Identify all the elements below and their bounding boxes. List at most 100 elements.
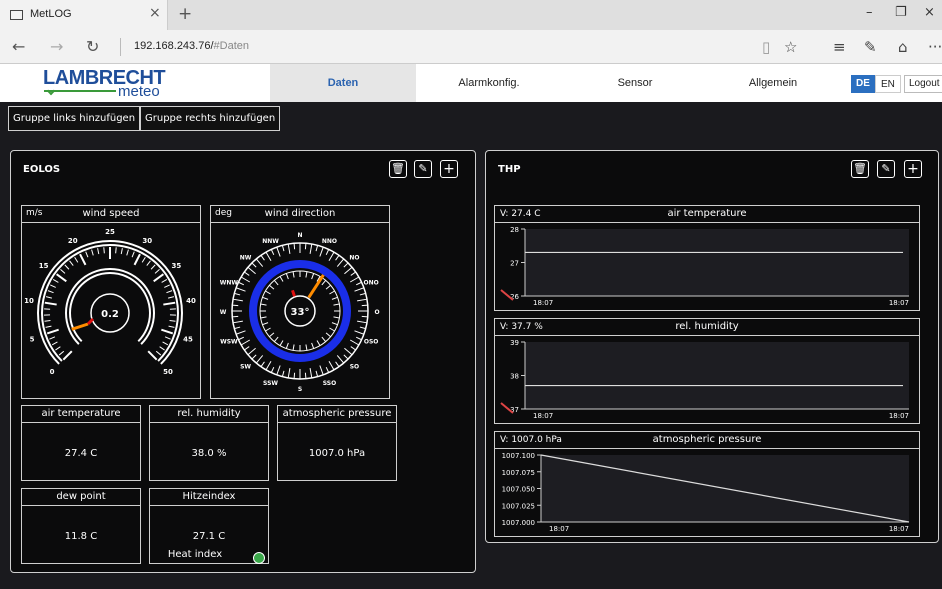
card-value: 38.0 %	[191, 448, 227, 459]
gauge-tick	[44, 320, 51, 322]
add-icon[interactable]: +	[904, 160, 922, 178]
chart-x-tick-label: 18:07	[889, 299, 909, 307]
gauge-tick	[47, 290, 54, 294]
lang-en-button[interactable]: EN	[875, 75, 901, 93]
gauge-tick	[52, 278, 59, 283]
gauge-tick	[56, 273, 67, 283]
gauge-tick	[64, 264, 70, 270]
share-icon[interactable]: ⌂	[898, 38, 908, 56]
compass-label: SO	[350, 363, 359, 370]
chart-header: V: 1007.0 hPa atmospheric pressure	[495, 432, 919, 449]
tab-daten[interactable]: Daten	[270, 64, 416, 102]
restore-icon[interactable]: ❐	[895, 5, 907, 20]
gauge-tick	[51, 341, 58, 346]
compass-tick	[281, 370, 285, 377]
delete-icon[interactable]: 🗑	[389, 160, 407, 178]
gauge-tick	[162, 341, 169, 346]
gauge-tick	[164, 336, 171, 340]
compass-tick	[344, 347, 353, 356]
reading-view-icon[interactable]: ▯	[762, 38, 770, 56]
compass-label: WSW	[220, 338, 238, 345]
back-icon[interactable]: ←	[12, 37, 25, 56]
compass-tick	[336, 258, 345, 267]
gauge-tick	[166, 290, 173, 294]
gauge-tick	[126, 249, 129, 256]
chart-x-tick-label: 18:07	[549, 525, 569, 533]
value-card: dew point 11.8 C	[21, 488, 141, 564]
compass-tick	[355, 281, 362, 286]
compass-label: NNO	[322, 238, 337, 245]
compass-tick	[270, 249, 275, 256]
tab-alarmkonfig[interactable]: Alarmkonfig.	[416, 64, 562, 102]
compass-tick	[293, 243, 296, 250]
add-icon[interactable]: +	[440, 160, 458, 178]
gauge-tick	[74, 257, 79, 263]
gauge-tick	[159, 346, 165, 351]
app-header: LAMBRECHT meteo Daten Alarmkonfig. Senso…	[0, 64, 942, 102]
logout-button[interactable]: Logout	[904, 75, 942, 93]
compass-tick	[304, 372, 307, 379]
compass-tick	[238, 281, 245, 286]
delete-icon[interactable]: 🗑	[851, 160, 869, 178]
compass-label: SW	[240, 363, 251, 370]
edit-icon[interactable]: ✎	[877, 160, 895, 178]
browser-tab[interactable]: MetLOG ×	[0, 0, 168, 30]
gauge-tick	[120, 248, 123, 255]
lang-de-button[interactable]: DE	[851, 75, 875, 93]
chart-x-tick-label: 18:07	[533, 299, 553, 307]
compass-tick	[251, 262, 257, 268]
more-icon[interactable]: ···	[928, 38, 942, 56]
close-window-icon[interactable]: ×	[924, 5, 935, 20]
compass-tick	[349, 339, 360, 346]
wind-speed-gauge: 0 5 10 15 20 25 30 35 40 45 50 0.2	[24, 228, 196, 376]
forward-icon[interactable]: →	[50, 37, 63, 56]
tab-allgemein[interactable]: Allgemein	[700, 64, 846, 102]
compass-tick	[270, 366, 275, 373]
gauge-tick	[58, 350, 65, 356]
compass-tick	[287, 368, 291, 379]
compass-tick	[325, 366, 330, 373]
value-card: atmospheric pressure 1007.0 hPa	[277, 405, 397, 481]
compass-tick	[232, 298, 243, 302]
gauge-tick	[141, 257, 146, 263]
gauge-tick	[44, 301, 57, 306]
compass-tick	[255, 258, 264, 267]
compass-tick	[238, 336, 245, 341]
compass-tick	[244, 271, 250, 276]
compass-tick	[255, 355, 264, 364]
gauge-value: 0.2	[101, 309, 119, 320]
chart-x-tick-label: 18:07	[889, 525, 909, 533]
url-field[interactable]: 192.168.243.76/#Daten	[134, 40, 249, 52]
minimize-icon[interactable]: –	[866, 5, 873, 20]
thp-panel: THP 🗑 ✎ + V: 27.4 Cair temperature 28 27 2…	[485, 150, 939, 543]
gauge-tick	[91, 249, 94, 256]
notes-icon[interactable]: ✎	[864, 38, 877, 56]
chart-y-tick-label: 27	[510, 260, 519, 268]
compass-label: S	[298, 386, 302, 393]
card-title: wind speed	[82, 208, 140, 219]
panel-title: THP	[498, 164, 521, 175]
divider	[120, 38, 121, 56]
add-group-right-button[interactable]: Gruppe rechts hinzufügen	[140, 106, 281, 131]
gauge-tick-label: 5	[30, 335, 35, 343]
compass-tick	[304, 243, 307, 250]
gauge-tick	[154, 268, 160, 274]
tab-sensor[interactable]: Sensor	[562, 64, 708, 102]
card-unit: deg	[215, 208, 232, 218]
tab-close-icon[interactable]: ×	[149, 5, 161, 21]
chart-x-tick-label: 18:07	[889, 412, 909, 420]
chart-header: V: 27.4 Cair temperature	[495, 206, 919, 223]
refresh-icon[interactable]: ↻	[86, 37, 99, 56]
gauge-tick	[115, 247, 117, 254]
gauge-tick	[85, 251, 89, 258]
compass-tail	[291, 289, 296, 297]
compass-label: SSO	[323, 380, 336, 387]
gauge-tick-label: 20	[68, 237, 78, 245]
favorite-icon[interactable]: ☆	[784, 38, 797, 56]
hub-icon[interactable]: ≡	[833, 38, 846, 56]
chart-title: rel. humidity	[675, 321, 739, 332]
pressure-chart: 1007.100 1007.075 1007.050 1007.025 1007.000…	[502, 452, 910, 533]
new-tab-button[interactable]: +	[178, 4, 192, 24]
edit-icon[interactable]: ✎	[414, 160, 432, 178]
add-group-left-button[interactable]: Gruppe links hinzufügen	[8, 106, 141, 131]
